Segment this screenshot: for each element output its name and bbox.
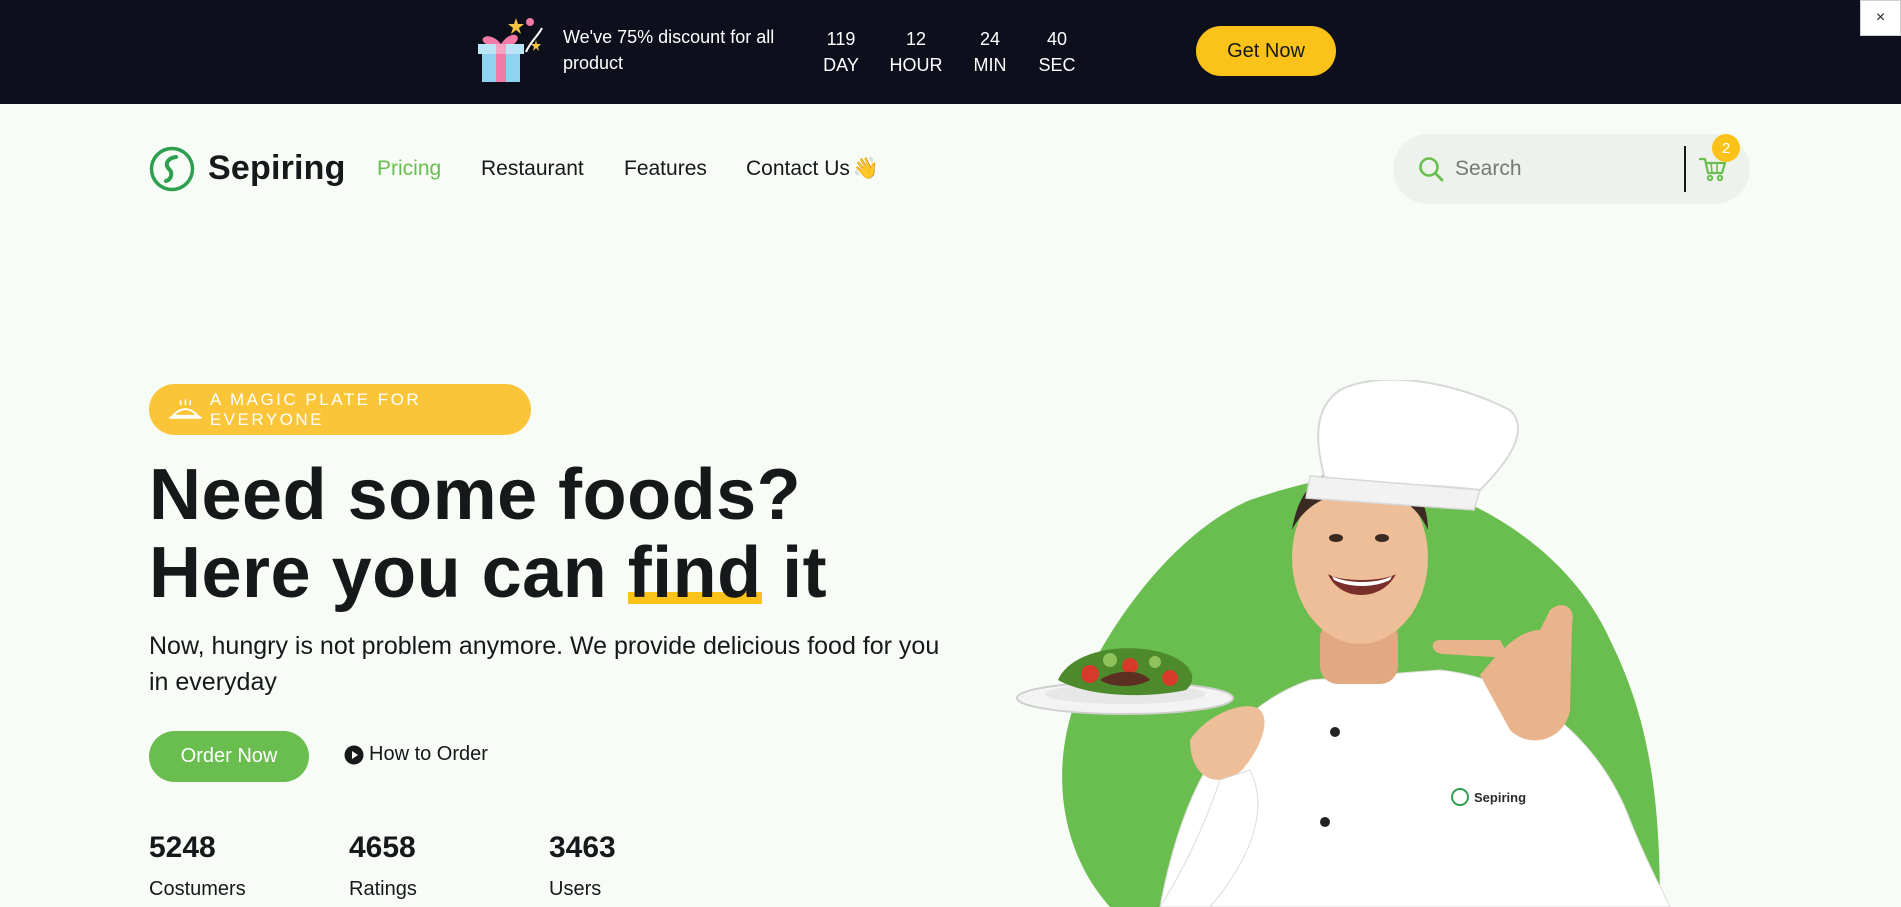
stat-ratings-value: 4658: [349, 831, 416, 864]
countdown-value: 24: [979, 29, 1001, 49]
countdown-value: 119: [826, 29, 856, 49]
nav-contact-label: Contact Us: [746, 157, 850, 180]
stat-ratings-label: Ratings: [349, 878, 417, 900]
close-promo-button[interactable]: ×: [1860, 0, 1901, 36]
promo-text: We've 75% discount for all product: [563, 27, 775, 73]
search-icon[interactable]: [1417, 155, 1445, 183]
cart-count-badge: 2: [1712, 134, 1740, 162]
logo-icon[interactable]: [149, 146, 195, 192]
countdown-unit: SEC: [1038, 55, 1076, 75]
jacket-logo-text: Sepiring: [1474, 790, 1526, 805]
play-icon: [344, 745, 364, 764]
stat-users-value: 3463: [549, 831, 616, 864]
countdown-hours: 12 HOUR: [881, 26, 951, 78]
promo-bar: We've 75% discount for all product 119 D…: [0, 0, 1901, 104]
how-to-order-label: How to Order: [369, 743, 488, 765]
nav-pricing[interactable]: Pricing: [377, 156, 441, 182]
countdown-value: 12: [905, 29, 927, 49]
order-now-button[interactable]: Order Now: [149, 731, 309, 782]
countdown-unit: DAY: [823, 55, 859, 75]
serving-plate-icon: [169, 398, 202, 419]
countdown-seconds: 40 SEC: [1022, 26, 1092, 78]
gift-icon: [478, 18, 543, 82]
nav-restaurant[interactable]: Restaurant: [481, 156, 584, 182]
get-now-button[interactable]: Get Now: [1196, 26, 1336, 76]
headline-highlight: find: [627, 533, 762, 613]
headline-line-2-start: Here you can: [149, 533, 628, 613]
hero-headline: Need some foods? Here you can find it: [149, 456, 827, 612]
countdown-value: 40: [1046, 29, 1068, 49]
countdown-unit: MIN: [973, 55, 1007, 75]
countdown-unit: HOUR: [889, 55, 943, 75]
countdown-minutes: 24 MIN: [955, 26, 1025, 78]
headline-line-1: Need some foods?: [149, 455, 802, 535]
stat-customers-label: Costumers: [149, 878, 246, 900]
hero-tag-label: A MAGIC PLATE FOR EVERYONE: [209, 389, 422, 429]
headline-line-2-end: it: [761, 533, 828, 613]
chef-illustration: Sepiring: [1016, 380, 1671, 907]
brand-name[interactable]: Sepiring: [208, 146, 346, 190]
search-divider: [1684, 146, 1686, 192]
hero-tag: A MAGIC PLATE FOR EVERYONE: [149, 384, 531, 435]
stat-users-label: Users: [549, 878, 602, 900]
hero-subtext: Now, hungry is not problem anymore. We p…: [149, 632, 940, 696]
waving-hand-icon: 👋: [852, 157, 880, 180]
nav-features[interactable]: Features: [624, 156, 707, 182]
nav-contact-us[interactable]: Contact Us 👋: [746, 156, 879, 182]
countdown-days: 119 DAY: [806, 26, 876, 78]
how-to-order-link[interactable]: How to Order: [344, 743, 488, 766]
stat-customers-value: 5248: [149, 831, 216, 864]
search-input[interactable]: [1455, 150, 1673, 188]
